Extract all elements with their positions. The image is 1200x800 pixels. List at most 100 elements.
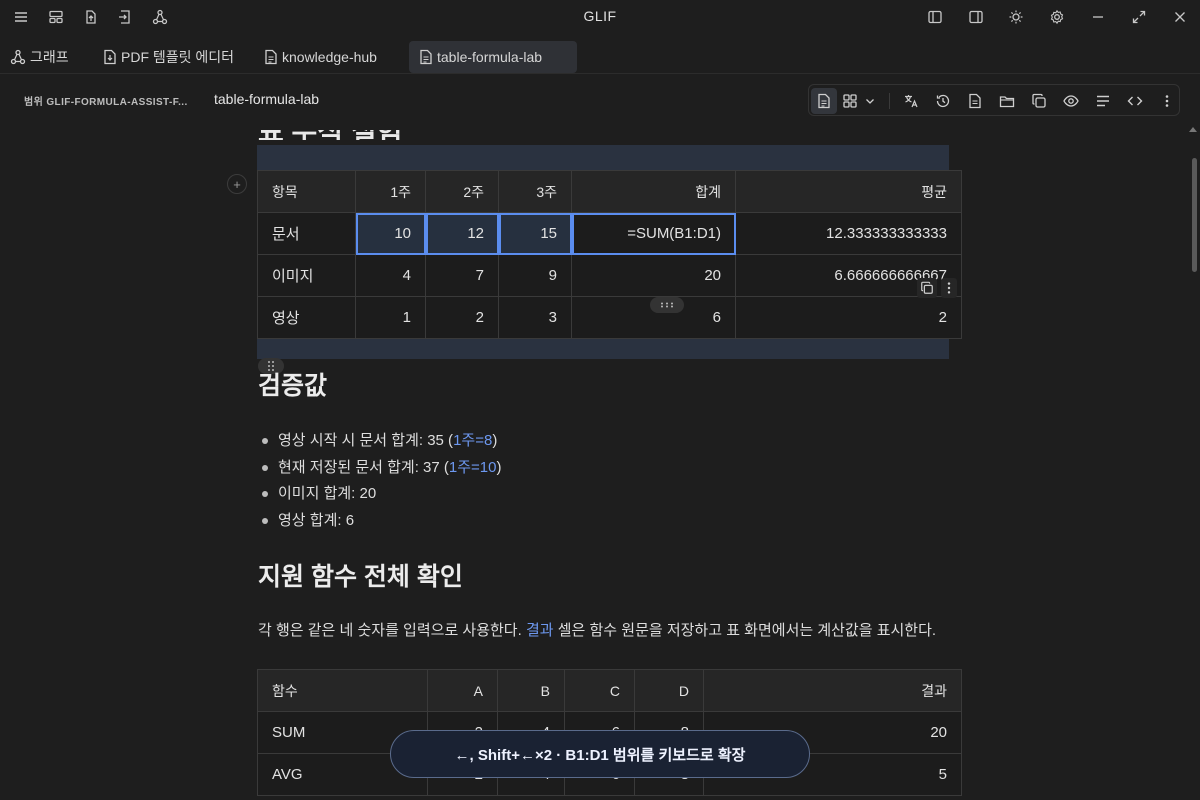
graph-icon[interactable]: [149, 6, 171, 28]
table-cell-selected[interactable]: 15: [498, 212, 572, 255]
align-icon[interactable]: [1090, 88, 1116, 114]
list-item-tail: ): [492, 432, 498, 449]
copy-icon[interactable]: [1026, 88, 1052, 114]
table-cell[interactable]: 3: [498, 296, 572, 339]
table-header-cell[interactable]: 결과: [703, 669, 962, 712]
more-icon[interactable]: [1154, 88, 1180, 114]
table-cell-selected[interactable]: 12: [425, 212, 499, 255]
verify-list: 영상 시작 시 문서 합계: 35 (1주=8) 현재 저장된 문서 합계: 3…: [262, 428, 501, 534]
more-icon[interactable]: [941, 278, 957, 298]
inline-link[interactable]: 1주=10: [449, 455, 497, 482]
table-header-cell[interactable]: 2주: [425, 170, 499, 213]
inline-link[interactable]: 결과: [526, 622, 554, 639]
table-header-cell[interactable]: A: [427, 669, 498, 712]
table-header-cell[interactable]: 1주: [355, 170, 426, 213]
tab-bar: 그래프 PDF 템플릿 에디터 knowledge-hub table-form…: [0, 38, 1200, 74]
table-header-cell[interactable]: 항목: [257, 170, 356, 213]
table-header-cell[interactable]: B: [497, 669, 565, 712]
table-cell[interactable]: 2: [735, 296, 962, 339]
editor-toolbar: [808, 84, 1180, 116]
tab-graph[interactable]: 그래프: [0, 41, 79, 73]
table-row: 문서 10 12 15 =SUM(B1:D1) 12.333333333333: [257, 212, 962, 255]
table-header-cell[interactable]: 평균: [735, 170, 962, 213]
import-icon[interactable]: [114, 6, 136, 28]
list-item: 이미지 합계: 20: [262, 481, 501, 508]
table-cell[interactable]: 20: [571, 254, 736, 297]
scrollbar-thumb[interactable]: [1192, 158, 1197, 272]
layout-icon[interactable]: [45, 6, 67, 28]
tab-label: knowledge-hub: [282, 49, 377, 65]
graph-icon: [10, 49, 26, 65]
tab-knowledge-hub[interactable]: knowledge-hub: [254, 41, 387, 73]
tab-label: 그래프: [30, 49, 69, 65]
export-icon[interactable]: [80, 6, 102, 28]
title-bar: GLIF: [0, 0, 1200, 34]
table-header-cell[interactable]: D: [634, 669, 704, 712]
table-cell[interactable]: 문서: [257, 212, 356, 255]
para-text: 셀은 함수 원문을 저장하고 표 화면에서는 계산값을 표시한다.: [553, 622, 937, 639]
header-underlay: [0, 116, 1185, 130]
list-item-text: 영상 합계: 6: [278, 511, 355, 529]
list-item: 영상 시작 시 문서 합계: 35 (1주=8): [262, 428, 501, 455]
table-header-cell[interactable]: 3주: [498, 170, 572, 213]
table-header-row: 함수 A B C D 결과: [257, 669, 962, 712]
toolbar-divider: [889, 93, 890, 109]
history-icon[interactable]: [930, 88, 956, 114]
minimize-icon[interactable]: [1087, 6, 1109, 28]
list-item: 현재 저장된 문서 합계: 37 (1주=10): [262, 455, 501, 482]
table-header-cell[interactable]: 함수: [257, 669, 428, 712]
table-cell[interactable]: 12.333333333333: [735, 212, 962, 255]
table-row: 영상 1 2 3 6 2: [257, 296, 962, 339]
list-item-text: 영상 시작 시 문서 합계: 35 (: [278, 432, 454, 449]
table-cell[interactable]: 2: [425, 296, 499, 339]
scroll-up-icon[interactable]: [1189, 126, 1197, 132]
list-item-text: 이미지 합계: 20: [278, 485, 377, 502]
formula-cell-editing[interactable]: =SUM(B1:D1): [571, 212, 736, 255]
tab-pdf-template-editor[interactable]: PDF 템플릿 에디터: [93, 41, 244, 73]
add-block-button[interactable]: +: [227, 174, 247, 194]
document-view-icon[interactable]: [811, 88, 837, 114]
list-item: 영상 합계: 6: [262, 508, 501, 535]
table-cell[interactable]: 9: [498, 254, 572, 297]
table-row: 이미지 4 7 9 20 6.666666666667: [257, 254, 962, 297]
table-header-cell[interactable]: C: [564, 669, 635, 712]
column-drag-handle[interactable]: [650, 297, 684, 313]
close-icon[interactable]: [1169, 6, 1191, 28]
table-header-cell[interactable]: 합계: [571, 170, 736, 213]
tab-label: PDF 템플릿 에디터: [121, 49, 235, 65]
scope-badge[interactable]: 범위 GLIF-FORMULA-ASSIST-F...: [18, 89, 194, 111]
functions-heading: 지원 함수 전체 확인: [258, 563, 463, 591]
breadcrumb-title: table-formula-lab: [214, 91, 320, 107]
inline-link[interactable]: 1주=8: [453, 428, 492, 455]
sidebar-left-icon[interactable]: [924, 6, 946, 28]
chevron-down-icon[interactable]: [859, 88, 881, 114]
document-icon: [264, 49, 278, 65]
sidebar-right-icon[interactable]: [965, 6, 987, 28]
menu-icon[interactable]: [10, 6, 32, 28]
copy-icon[interactable]: [917, 278, 937, 298]
table-cell[interactable]: 4: [355, 254, 426, 297]
table-cell-selected[interactable]: 10: [355, 212, 426, 255]
tab-table-formula-lab[interactable]: table-formula-lab: [409, 41, 577, 73]
table-header-row: 항목 1주 2주 3주 합계 평균: [257, 170, 962, 213]
theme-sun-icon[interactable]: [1005, 6, 1027, 28]
formula-table: 항목 1주 2주 3주 합계 평균 문서 10 12 15 =SUM(B1:D1…: [257, 170, 962, 339]
list-item-text: 현재 저장된 문서 합계: 37 (: [278, 458, 449, 476]
para-text: 각 행은 같은 네 숫자를 입력으로 사용한다.: [258, 622, 526, 639]
folder-icon[interactable]: [994, 88, 1020, 114]
maximize-icon[interactable]: [1128, 6, 1150, 28]
eye-icon[interactable]: [1058, 88, 1084, 114]
page-icon[interactable]: [962, 88, 988, 114]
tab-label: table-formula-lab: [437, 49, 543, 65]
translate-icon[interactable]: [898, 88, 924, 114]
code-icon[interactable]: [1122, 88, 1148, 114]
pdf-icon: [103, 49, 117, 65]
list-item-tail: ): [496, 458, 502, 476]
table-cell[interactable]: 1: [355, 296, 426, 339]
table-cell[interactable]: 영상: [257, 296, 356, 339]
table-cell[interactable]: 이미지: [257, 254, 356, 297]
document-icon: [419, 49, 433, 65]
settings-icon[interactable]: [1046, 6, 1068, 28]
table-cell[interactable]: 7: [425, 254, 499, 297]
keyboard-hint-toast: ←, Shift+←×2 · B1:D1 범위를 키보드로 확장: [390, 730, 810, 778]
